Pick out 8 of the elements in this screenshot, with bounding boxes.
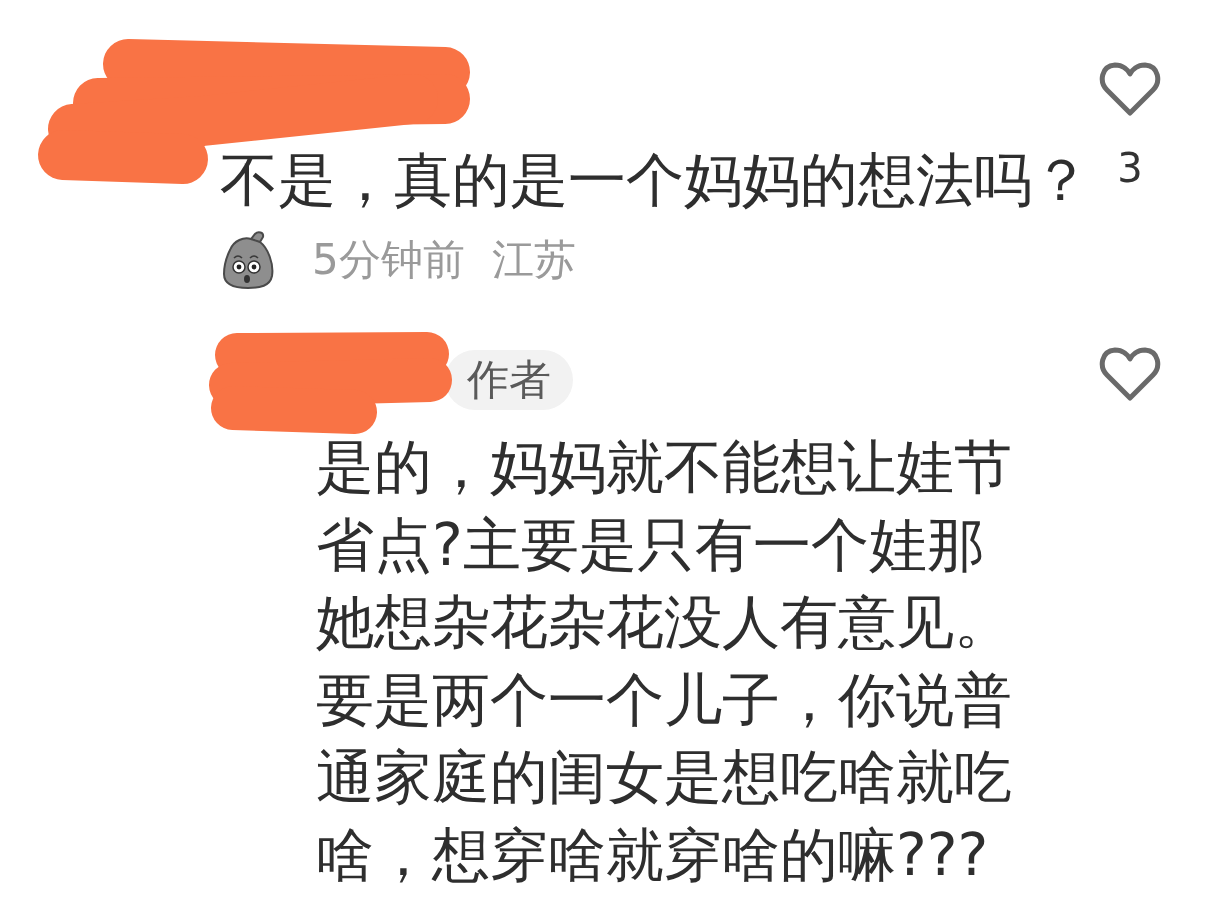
reply-text: 是的，妈妈就不能想让娃节省点?主要是只有一个娃那她想杂花杂花没人有意见。要是两个一个儿子，你说普通家庭的闺女是想吃啥就吃啥，想穿啥就穿啥的嘛??? — [316, 432, 1013, 891]
comment-location: 江苏 — [491, 235, 576, 285]
like-count: 3 — [1117, 148, 1143, 188]
comment-time: 5分钟前 — [312, 235, 465, 285]
heart-icon[interactable] — [1098, 345, 1162, 403]
heart-icon[interactable] — [1098, 60, 1162, 118]
author-badge: 作者 — [445, 350, 573, 410]
comment-text: 不是，真的是一个妈妈的想法吗？ — [220, 145, 1090, 216]
